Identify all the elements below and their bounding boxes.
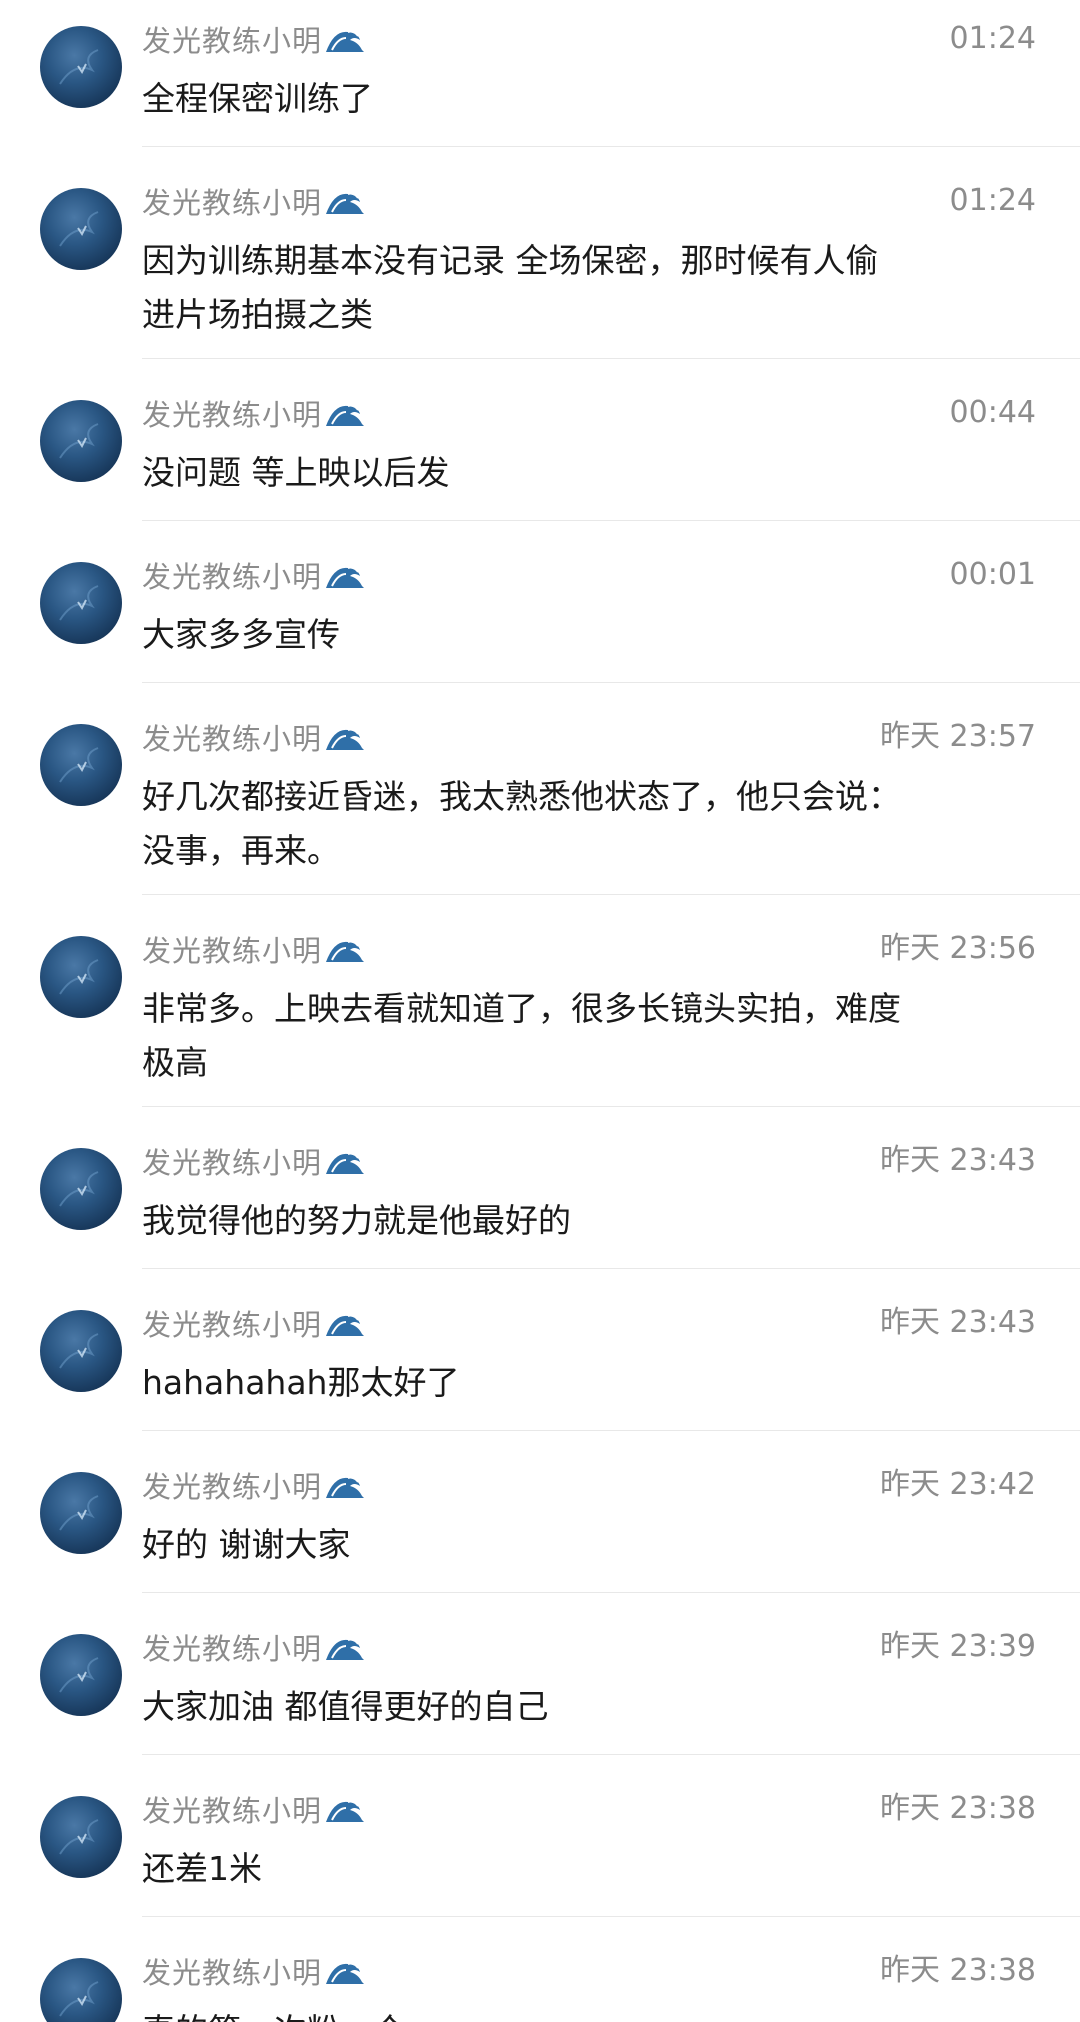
sender-name-row: 发光教练小明	[142, 714, 366, 760]
message-text: 全程保密训练了	[142, 79, 373, 118]
sender-name: 发光教练小明	[142, 1146, 323, 1180]
divider	[142, 358, 1080, 359]
message-list: 发光教练小明 01:24 全程保密训练了 发光教练小明 01:24 因为训练期基…	[0, 0, 1080, 2022]
avatar[interactable]	[40, 562, 122, 644]
message-text: 没问题 等上映以后发	[142, 453, 450, 492]
sender-name-row: 发光教练小明	[142, 1948, 366, 1994]
message-time: 昨天 23:43	[880, 1143, 1036, 1178]
avatar[interactable]	[40, 1472, 122, 1554]
list-item[interactable]: 发光教练小明 昨天 23:43 hahahahah那太好了	[0, 1300, 1080, 1430]
sender-name-row: 发光教练小明	[142, 390, 366, 436]
sender-name-row: 发光教练小明	[142, 926, 366, 972]
wave-emoji-icon	[326, 404, 365, 426]
message-time: 01:24	[949, 21, 1036, 56]
sender-name: 发光教练小明	[142, 1470, 323, 1504]
sender-name: 发光教练小明	[142, 1308, 323, 1342]
sender-name-row: 发光教练小明	[142, 1462, 366, 1508]
message-time: 昨天 23:56	[880, 931, 1036, 966]
message-time: 昨天 23:38	[880, 1953, 1036, 1988]
message-time: 昨天 23:39	[880, 1629, 1036, 1664]
wave-emoji-icon	[326, 728, 365, 750]
avatar[interactable]	[40, 1310, 122, 1392]
message-time: 昨天 23:42	[880, 1467, 1036, 1502]
sender-name: 发光教练小明	[142, 934, 323, 968]
sender-name: 发光教练小明	[142, 24, 323, 58]
message-time: 昨天 23:38	[880, 1791, 1036, 1826]
wave-emoji-icon	[324, 24, 367, 54]
message-text: 大家多多宣传	[142, 615, 340, 654]
divider	[142, 1430, 1080, 1431]
divider	[142, 520, 1080, 521]
message-text: hahahahah那太好了	[142, 1363, 460, 1402]
list-item[interactable]: 发光教练小明 昨天 23:39 大家加油 都值得更好的自己	[0, 1624, 1080, 1754]
list-item[interactable]: 发光教练小明 昨天 23:38 真的第一次粉一个	[0, 1948, 1080, 2022]
avatar[interactable]	[40, 724, 122, 806]
list-item[interactable]: 发光教练小明 00:01 大家多多宣传	[0, 552, 1080, 682]
wave-emoji-icon	[326, 192, 365, 214]
message-time: 01:24	[949, 183, 1036, 218]
message-time: 00:44	[949, 395, 1036, 430]
avatar[interactable]	[40, 936, 122, 1018]
message-text: 好几次都接近昏迷，我太熟悉他状态了，他只会说：没事，再来。	[142, 777, 901, 870]
divider	[142, 894, 1080, 895]
message-text: 非常多。上映去看就知道了，很多长镜头实拍，难度极高	[142, 989, 901, 1082]
list-item[interactable]: 发光教练小明 昨天 23:38 还差1米	[0, 1786, 1080, 1916]
message-time: 昨天 23:43	[880, 1305, 1036, 1340]
wave-emoji-icon	[326, 1638, 365, 1660]
avatar[interactable]	[40, 26, 122, 108]
sender-name-row: 发光教练小明	[142, 1300, 366, 1346]
list-item[interactable]: 发光教练小明 昨天 23:42 好的 谢谢大家	[0, 1462, 1080, 1592]
wave-emoji-icon	[326, 1314, 365, 1336]
sender-name-row: 发光教练小明	[142, 178, 366, 224]
message-text: 大家加油 都值得更好的自己	[142, 1687, 549, 1726]
message-text: 好的 谢谢大家	[142, 1525, 351, 1564]
divider	[142, 1916, 1080, 1917]
divider	[142, 1106, 1080, 1107]
message-time: 00:01	[949, 557, 1036, 592]
sender-name: 发光教练小明	[142, 1632, 323, 1666]
sender-name: 发光教练小明	[142, 186, 323, 220]
list-item[interactable]: 发光教练小明 01:24 全程保密训练了	[0, 16, 1080, 146]
list-item[interactable]: 发光教练小明 昨天 23:57 好几次都接近昏迷，我太熟悉他状态了，他只会说：没…	[0, 714, 1080, 894]
list-item[interactable]: 发光教练小明 01:24 因为训练期基本没有记录 全场保密，那时候有人偷进片场拍…	[0, 178, 1080, 358]
avatar[interactable]	[40, 1958, 122, 2022]
sender-name-row: 发光教练小明	[142, 1786, 366, 1832]
divider	[142, 1754, 1080, 1755]
wave-emoji-icon	[326, 940, 365, 962]
avatar[interactable]	[40, 1796, 122, 1878]
message-text: 因为训练期基本没有记录 全场保密，那时候有人偷进片场拍摄之类	[142, 241, 879, 334]
sender-name: 发光教练小明	[142, 398, 323, 432]
sender-name-row: 发光教练小明	[142, 16, 367, 62]
sender-name: 发光教练小明	[142, 560, 323, 594]
sender-name: 发光教练小明	[142, 722, 323, 756]
wave-emoji-icon	[326, 566, 365, 588]
sender-name-row: 发光教练小明	[142, 1624, 366, 1670]
sender-name: 发光教练小明	[142, 1956, 323, 1990]
avatar[interactable]	[40, 188, 122, 270]
sender-name: 发光教练小明	[142, 1794, 323, 1828]
wave-emoji-icon	[326, 1152, 365, 1174]
message-time: 昨天 23:57	[880, 719, 1036, 754]
divider	[142, 682, 1080, 683]
wave-emoji-icon	[326, 1476, 365, 1498]
divider	[142, 1268, 1080, 1269]
list-item[interactable]: 发光教练小明 00:44 没问题 等上映以后发	[0, 390, 1080, 520]
divider	[142, 1592, 1080, 1593]
message-text: 还差1米	[142, 1849, 262, 1888]
sender-name-row: 发光教练小明	[142, 552, 366, 598]
avatar[interactable]	[40, 400, 122, 482]
message-text: 真的第一次粉一个	[142, 2004, 902, 2022]
wave-emoji-icon	[326, 1962, 365, 1984]
wave-emoji-icon	[326, 1800, 365, 1822]
message-text: 我觉得他的努力就是他最好的	[142, 1201, 571, 1240]
avatar[interactable]	[40, 1148, 122, 1230]
avatar[interactable]	[40, 1634, 122, 1716]
sender-name-row: 发光教练小明	[142, 1138, 366, 1184]
divider	[142, 146, 1080, 147]
list-item[interactable]: 发光教练小明 昨天 23:43 我觉得他的努力就是他最好的	[0, 1138, 1080, 1268]
list-item[interactable]: 发光教练小明 昨天 23:56 非常多。上映去看就知道了，很多长镜头实拍，难度极…	[0, 926, 1080, 1106]
